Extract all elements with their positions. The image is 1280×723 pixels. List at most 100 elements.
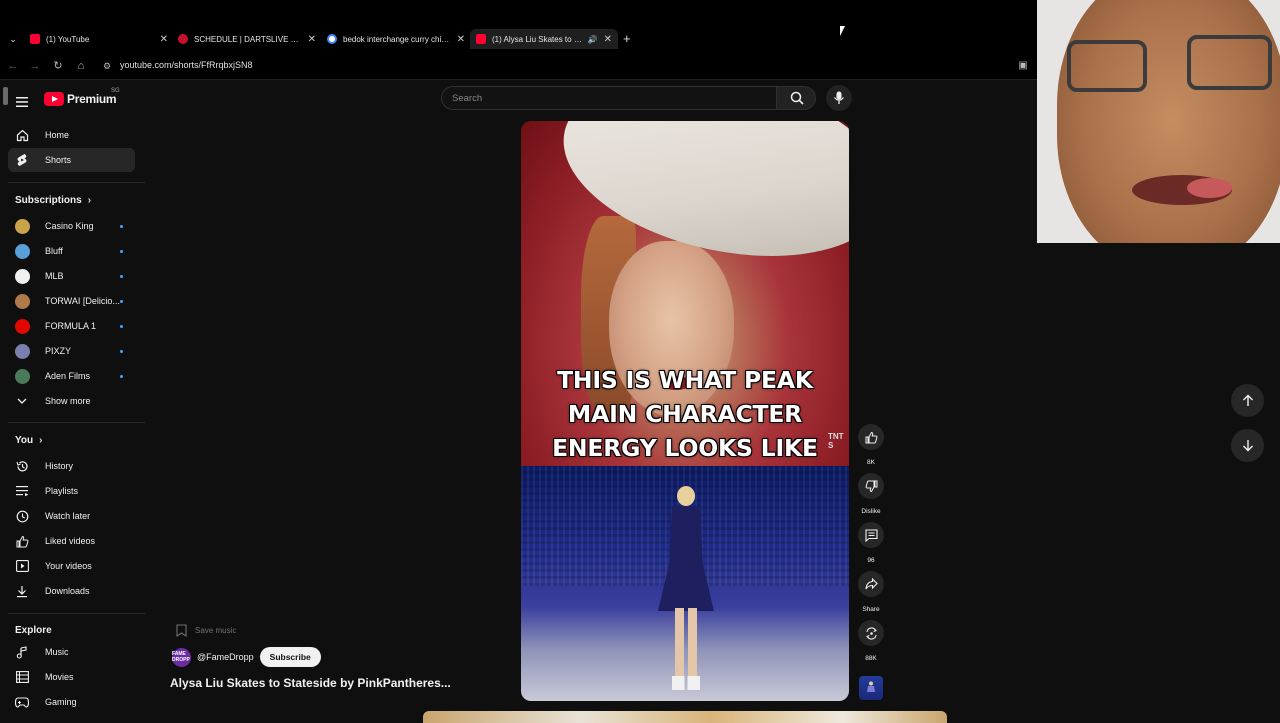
sidebar-item-label: Liked videos — [45, 536, 96, 546]
webcam-overlay — [1037, 0, 1280, 243]
sidebar-divider — [8, 422, 145, 423]
sidebar-item-label: Playlists — [45, 486, 79, 496]
thumbs-down-icon — [865, 480, 877, 492]
forward-arrow-icon[interactable]: → — [28, 59, 42, 73]
home-icon[interactable]: ⌂ — [74, 59, 88, 73]
remix-action[interactable]: 88K — [858, 620, 884, 662]
new-content-dot — [120, 299, 123, 303]
sidebar-item-playlists[interactable]: Playlists — [8, 479, 135, 503]
sidebar-item-label: Home — [45, 130, 70, 140]
site-settings-icon[interactable]: ⚙ — [100, 59, 114, 73]
close-tab-icon[interactable]: ✕ — [160, 34, 168, 45]
save-music-button[interactable]: Save music — [176, 624, 236, 637]
sidebar-item-home[interactable]: Home — [8, 123, 135, 147]
share-button[interactable] — [858, 571, 884, 597]
sidebar-item-subscription[interactable]: Casino King — [8, 214, 135, 238]
shorts-icon — [15, 153, 29, 167]
your-videos-icon — [15, 559, 29, 573]
audio-playing-icon[interactable]: 🔊 — [588, 35, 598, 44]
search-input[interactable]: Search — [441, 86, 777, 110]
gaming-icon — [15, 695, 29, 709]
like-action[interactable]: 8K — [858, 424, 884, 466]
sidebar-item-liked-videos[interactable]: Liked videos — [8, 529, 135, 553]
sidebar-item-label: Downloads — [45, 586, 90, 596]
skater-legs — [675, 608, 697, 678]
sidebar-item-subscription[interactable]: FORMULA 1 — [8, 314, 135, 338]
skater-head — [677, 486, 695, 506]
next-short-button[interactable] — [1231, 429, 1264, 462]
sidebar-item-shorts[interactable]: Shorts — [8, 148, 135, 172]
history-icon — [15, 459, 29, 473]
tab-title: bedok interchange curry chicken — [343, 34, 451, 44]
browser-tab-google-search[interactable]: bedok interchange curry chicken ✕ — [327, 29, 465, 49]
channel-row: FAME DROPP @FameDropp Subscribe — [172, 647, 321, 667]
share-label: Share — [862, 606, 880, 613]
sidebar-item-history[interactable]: History — [8, 454, 135, 478]
search-button[interactable] — [776, 86, 816, 110]
subscriptions-heading[interactable]: Subscriptions › — [15, 195, 91, 206]
sidebar-item-music[interactable]: Music — [8, 640, 135, 664]
sidebar-item-subscription[interactable]: Bluff — [8, 239, 135, 263]
previous-short-button[interactable] — [1231, 384, 1264, 417]
network-bug-logo: TNT S — [828, 432, 844, 450]
sidebar-item-subscription[interactable]: Aden Films — [8, 364, 135, 388]
sound-thumbnail[interactable] — [859, 676, 883, 700]
subscribe-button[interactable]: Subscribe — [259, 647, 321, 667]
sidebar-item-your-videos[interactable]: Your videos — [8, 554, 135, 578]
sidebar-item-downloads[interactable]: Downloads — [8, 579, 135, 603]
video-caption-overlay: THIS IS WHAT PEAK MAIN CHARACTER ENERGY … — [521, 363, 849, 465]
voice-search-button[interactable] — [826, 85, 852, 111]
tab-search-icon[interactable]: ⌄ — [7, 33, 19, 45]
comments-action[interactable]: 96 — [858, 522, 884, 564]
cast-icon[interactable]: ▣ — [1016, 59, 1030, 73]
youtube-premium-logo[interactable]: Premium — [44, 92, 117, 106]
new-tab-icon[interactable]: + — [623, 31, 631, 46]
sidebar-item-subscription[interactable]: MLB — [8, 264, 135, 288]
video-skater-figure — [658, 486, 714, 696]
sidebar-item-subscription[interactable]: PIXZY — [8, 339, 135, 363]
close-tab-icon[interactable]: ✕ — [308, 34, 316, 45]
shorts-video-player[interactable]: THIS IS WHAT PEAK MAIN CHARACTER ENERGY … — [521, 121, 849, 701]
address-bar-url[interactable]: youtube.com/shorts/FfRrqbxjSN8 — [120, 60, 253, 70]
you-heading-label: You — [15, 435, 34, 446]
sidebar-item-gaming[interactable]: Gaming — [8, 690, 135, 714]
sidebar-item-label: Gaming — [45, 697, 77, 707]
home-icon — [15, 128, 29, 142]
thumbs-up-icon — [15, 534, 29, 548]
channel-avatar[interactable]: FAME DROPP — [172, 647, 191, 667]
browser-tab-active-short[interactable]: (1) Alysa Liu Skates to Stateside 🔊 ✕ — [470, 29, 618, 49]
channel-name-link[interactable]: @FameDropp — [197, 652, 254, 662]
back-arrow-icon[interactable]: ← — [6, 59, 20, 73]
show-more-button[interactable]: Show more — [8, 389, 135, 413]
browser-tab-youtube[interactable]: (1) YouTube ✕ — [30, 29, 168, 49]
hamburger-menu-icon[interactable] — [16, 94, 28, 107]
reload-icon[interactable]: ↻ — [51, 59, 65, 73]
dislike-action[interactable]: Dislike — [858, 473, 884, 515]
sidebar-item-label: Movies — [45, 672, 74, 682]
dartslive-favicon-icon — [178, 34, 188, 44]
side-scroll-handle — [3, 87, 8, 105]
music-note-icon — [15, 645, 29, 659]
comments-button[interactable] — [858, 522, 884, 548]
remix-button[interactable] — [858, 620, 884, 646]
sidebar-item-label: MLB — [45, 271, 64, 281]
next-short-preview[interactable] — [423, 711, 947, 723]
dislike-button[interactable] — [858, 473, 884, 499]
skater-dress — [658, 506, 714, 611]
sidebar-item-subscription[interactable]: TORWAI [Delicio... — [8, 289, 135, 313]
share-action[interactable]: Share — [858, 571, 884, 613]
close-tab-icon[interactable]: ✕ — [457, 34, 465, 45]
dislike-label: Dislike — [861, 508, 881, 515]
logo-country-code: SG — [111, 88, 120, 94]
explore-heading: Explore — [15, 625, 52, 636]
you-heading[interactable]: You › — [15, 435, 43, 446]
close-tab-icon[interactable]: ✕ — [604, 34, 612, 45]
explore-heading-label: Explore — [15, 625, 52, 636]
youtube-play-logo-icon — [44, 92, 64, 106]
sidebar-item-watch-later[interactable]: Watch later — [8, 504, 135, 528]
short-title[interactable]: Alysa Liu Skates to Stateside by PinkPan… — [170, 676, 451, 690]
youtube-favicon-icon — [476, 34, 486, 44]
sidebar-item-movies[interactable]: Movies — [8, 665, 135, 689]
like-button[interactable] — [858, 424, 884, 450]
browser-tab-dartslive[interactable]: SCHEDULE | DARTSLIVE LEAGUE ✕ — [178, 29, 316, 49]
